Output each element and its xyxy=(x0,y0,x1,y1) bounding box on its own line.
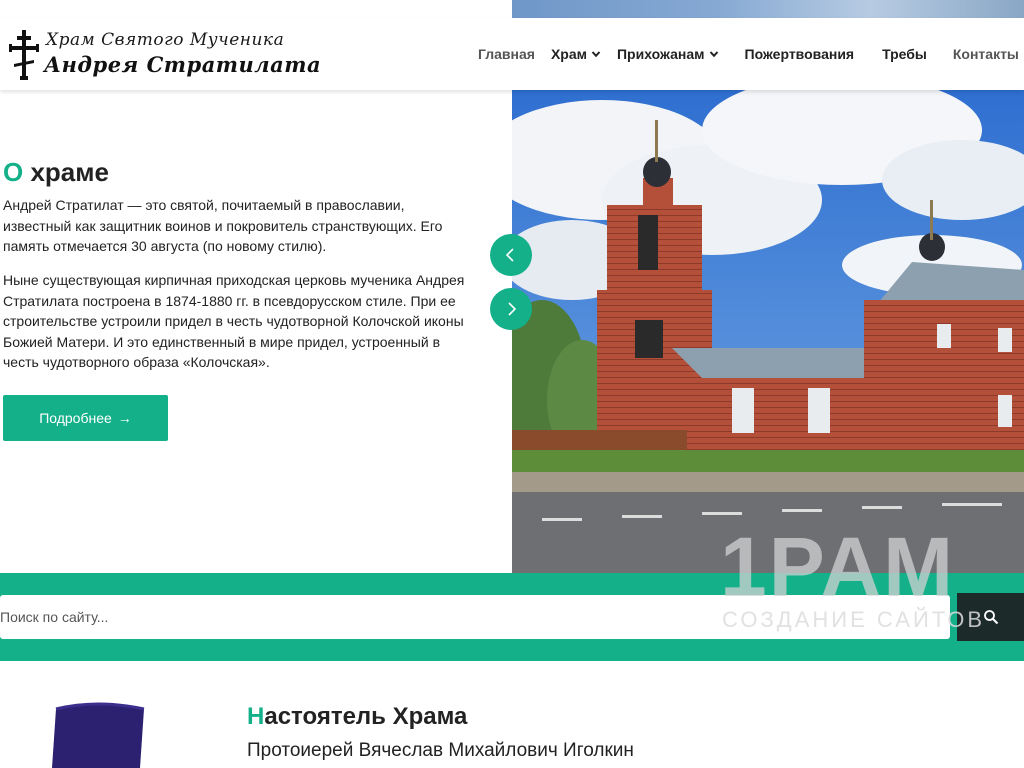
hero-title-rest: храме xyxy=(23,157,109,187)
rector-photo-image xyxy=(52,702,145,768)
slider-prev-button[interactable] xyxy=(490,234,532,276)
church-photo-image xyxy=(512,90,1024,573)
rector-title-accent: Н xyxy=(247,703,265,730)
nav-temple-label: Храм xyxy=(550,46,587,62)
more-button-label: Подробнее xyxy=(39,410,112,426)
more-button[interactable]: Подробнее → xyxy=(3,395,168,441)
hero-paragraph-1: Андрей Стратилат — это святой, почитаемы… xyxy=(3,197,443,254)
hero-title-accent: О xyxy=(3,157,24,187)
main-nav: Главная Храм Прихожанам Пожертвования Тр… xyxy=(470,18,1024,90)
hero-section: О храме Андрей Стратилат — это святой, п… xyxy=(0,90,1024,573)
nav-home[interactable]: Главная xyxy=(470,46,543,62)
nav-temple[interactable]: Храм xyxy=(543,46,609,62)
logo-line1: Храм Святого Мученика xyxy=(46,30,285,50)
church-photo xyxy=(512,90,1024,573)
top-strip-photo xyxy=(512,0,1024,18)
nav-donations[interactable]: Пожертвования xyxy=(727,46,863,62)
rector-title-rest: астоятель Храма xyxy=(264,703,468,730)
hero-text-panel: О храме Андрей Стратилат — это святой, п… xyxy=(0,90,512,573)
slider-next-button[interactable] xyxy=(490,288,532,330)
rector-section: Настоятель Храма Протоиерей Вячеслав Мих… xyxy=(0,661,1024,768)
search-icon xyxy=(983,610,998,625)
rector-name: Протоиерей Вячеслав Михайлович Иголкин xyxy=(247,740,634,761)
orthodox-cross-icon xyxy=(9,30,39,80)
nav-parishioners-label: Прихожанам xyxy=(616,46,705,62)
rector-photo xyxy=(0,701,200,768)
arrow-right-icon: → xyxy=(117,410,132,426)
chevron-down-icon xyxy=(591,51,601,58)
site-logo[interactable]: Храм Святого Мученика Андрея Стратилата xyxy=(8,28,321,80)
nav-contacts[interactable]: Контакты xyxy=(935,46,1024,62)
chevron-right-icon xyxy=(508,302,517,316)
nav-parishioners[interactable]: Прихожанам xyxy=(609,46,727,62)
rector-title: Настоятель Храма xyxy=(247,703,467,731)
logo-line2: Андрея Стратилата xyxy=(44,52,322,77)
hero-title: О храме xyxy=(3,157,109,188)
nav-services[interactable]: Требы xyxy=(862,46,935,62)
hero-paragraph-2: Ныне существующая кирпичная приходская ц… xyxy=(3,272,465,370)
search-band: 1PAM СОЗДАНИЕ САЙТОВ xyxy=(0,525,1024,661)
search-input[interactable] xyxy=(0,595,950,639)
search-button[interactable] xyxy=(957,593,1024,641)
chevron-down-icon xyxy=(709,51,718,58)
site-header: Храм Святого Мученика Андрея Стратилата … xyxy=(0,18,1024,90)
chevron-left-icon xyxy=(505,248,514,262)
